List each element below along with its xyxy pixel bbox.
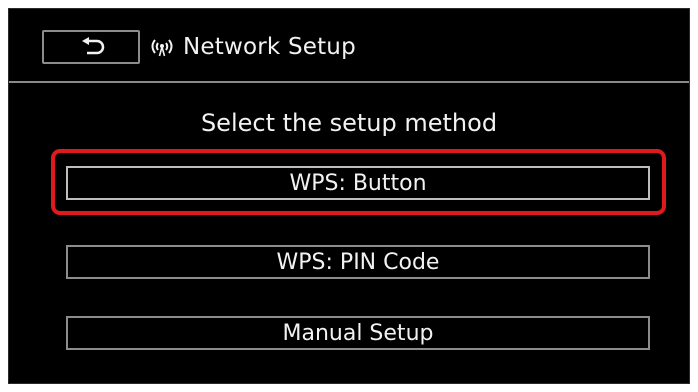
header-bar: Network Setup (9, 9, 689, 83)
option-manual-setup[interactable]: Manual Setup (66, 316, 650, 350)
option-label: WPS: Button (289, 170, 427, 196)
return-arrow-icon (82, 37, 105, 55)
wireless-antenna-icon (151, 39, 173, 57)
back-button[interactable] (42, 30, 140, 64)
option-label: Manual Setup (282, 320, 434, 346)
header-title: Network Setup (147, 31, 356, 63)
prompt-text: Select the setup method (200, 109, 498, 137)
option-wps-button[interactable]: WPS: Button (66, 166, 650, 200)
network-setup-screen: Network Setup Select the setup method WP… (8, 8, 690, 384)
option-label: WPS: PIN Code (276, 249, 440, 275)
option-wps-pin-code[interactable]: WPS: PIN Code (66, 245, 650, 279)
title-text: Network Setup (183, 34, 356, 60)
